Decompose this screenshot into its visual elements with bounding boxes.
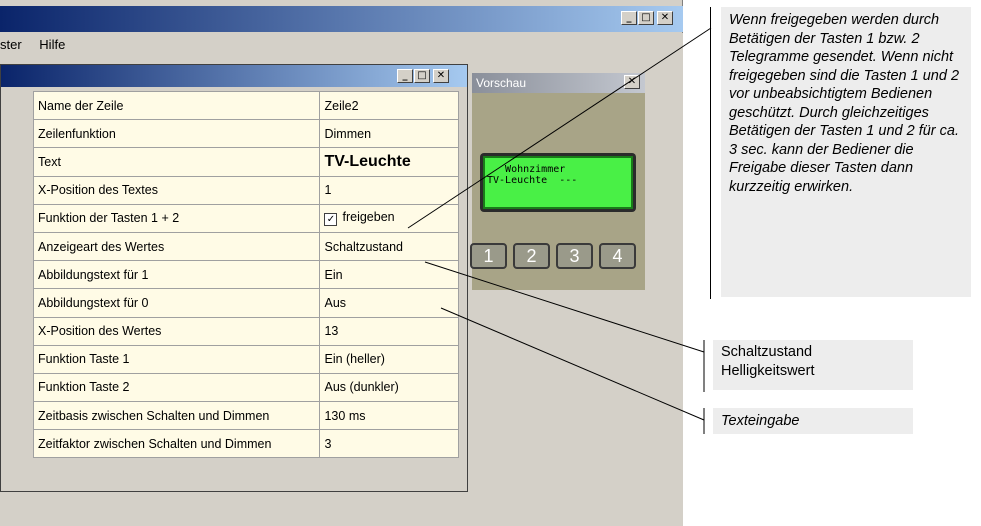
callout-bracket <box>710 7 711 299</box>
connector-line-texteingabe <box>440 307 705 421</box>
connector-line-schaltzustand <box>424 261 705 353</box>
callout-freigabe: Wenn freigegeben werden durch Betätigen … <box>721 7 971 297</box>
connector-line-freigabe <box>407 27 712 229</box>
callout-texteingabe: Texteingabe <box>713 408 913 434</box>
callout-line: Schaltzustand <box>721 344 813 360</box>
callout-schaltzustand: Schaltzustand Helligkeitswert <box>713 340 913 390</box>
callout-line: Helligkeitswert <box>721 363 815 379</box>
